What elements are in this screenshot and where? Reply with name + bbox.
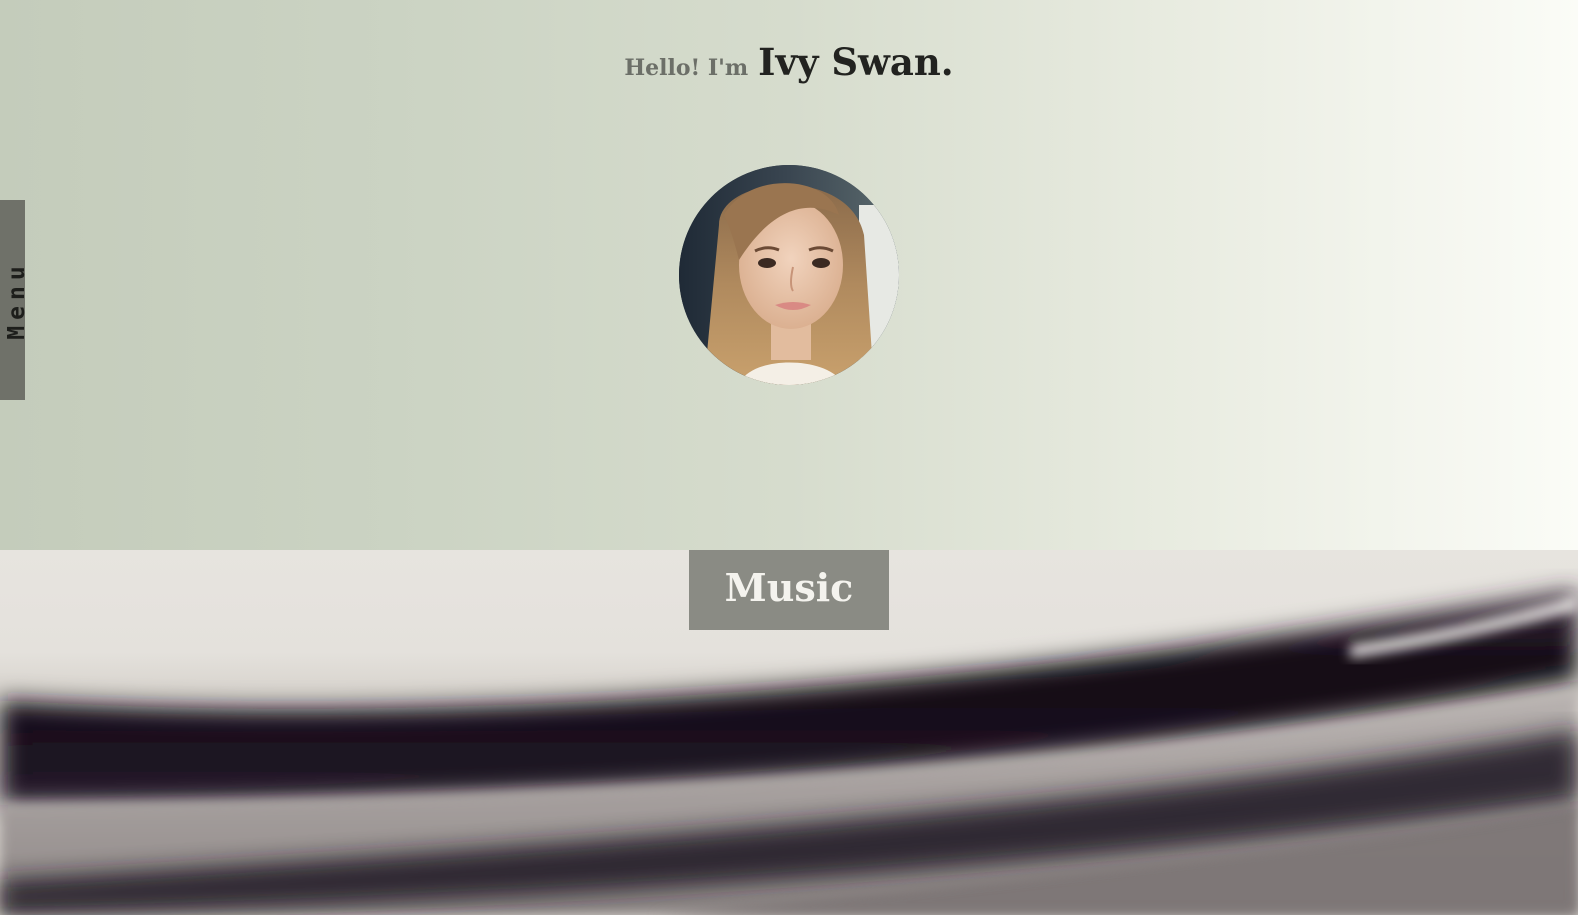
hero-name: Ivy Swan. — [758, 40, 954, 84]
greeting-prefix: Hello! I'm — [624, 55, 749, 81]
greeting-heading: Hello! I'm Ivy Swan. — [0, 40, 1578, 84]
music-button[interactable]: Music — [689, 550, 889, 630]
page: Hello! I'm Ivy Swan. Menu Music — [0, 0, 1578, 915]
menu-label[interactable]: Menu — [4, 260, 30, 339]
avatar — [679, 165, 899, 385]
avatar-photo — [679, 165, 899, 385]
hero-section: Hello! I'm Ivy Swan. — [0, 0, 1578, 550]
